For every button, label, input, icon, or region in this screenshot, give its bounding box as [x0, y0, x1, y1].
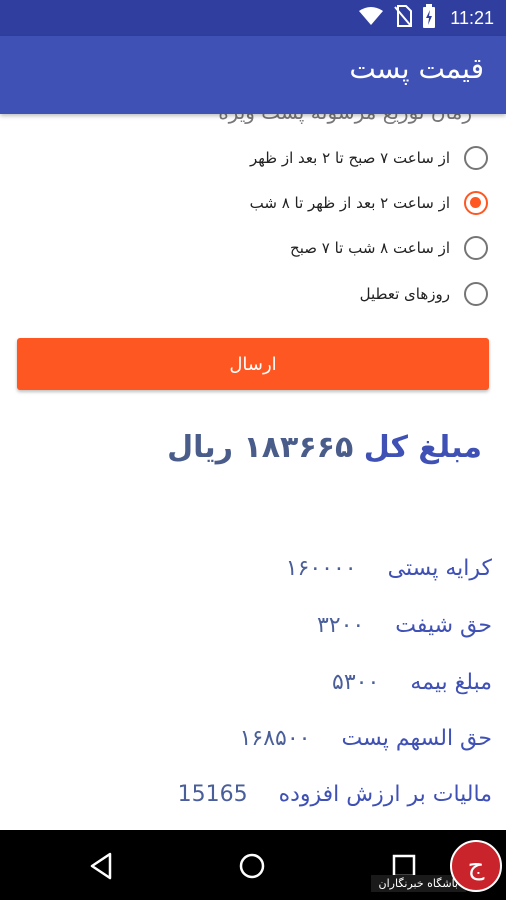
- cost-label: مالیات بر ارزش افزوده: [278, 782, 492, 807]
- battery-charging-icon: [422, 4, 436, 32]
- cost-label: کرایه پستی: [387, 556, 492, 581]
- status-time: 11:21: [450, 7, 494, 28]
- cost-label: حق السهم پست: [341, 726, 492, 751]
- watermark-text: باشگاه خبرنگاران: [370, 875, 466, 892]
- radio-button[interactable]: [464, 236, 488, 260]
- cost-row-insurance: مبلغ بیمه ۵۳۰۰: [332, 670, 492, 695]
- watermark-logo: ج: [450, 840, 502, 892]
- cost-row-postage: کرایه پستی ۱۶۰۰۰۰: [286, 556, 492, 581]
- cost-row-vat: مالیات بر ارزش افزوده 15165: [178, 782, 492, 807]
- radio-label: روزهای تعطیل: [359, 285, 450, 303]
- total-amount: مبلغ کل ۱۸۳۶۶۵ ریال: [167, 430, 482, 465]
- total-label: مبلغ کل: [363, 430, 482, 465]
- cost-row-shift: حق شیفت ۳۲۰۰: [317, 613, 492, 638]
- cost-value: ۱۶۸۵۰۰: [239, 726, 311, 751]
- radio-option-morning[interactable]: از ساعت ۷ صبح تا ۲ بعد از ظهر: [28, 140, 488, 176]
- radio-label: از ساعت ۲ بعد از ظهر تا ۸ شب: [249, 194, 450, 212]
- radio-button[interactable]: [464, 146, 488, 170]
- watermark: باشگاه خبرنگاران ج: [346, 836, 506, 900]
- radio-button-checked[interactable]: [464, 191, 488, 215]
- radio-option-holidays[interactable]: روزهای تعطیل: [28, 276, 488, 312]
- cost-label: مبلغ بیمه: [410, 670, 492, 695]
- radio-label: از ساعت ۷ صبح تا ۲ بعد از ظهر: [249, 149, 450, 167]
- cost-value: 15165: [177, 782, 248, 807]
- results-section: مبلغ کل ۱۸۳۶۶۵ ریال کرایه پستی ۱۶۰۰۰۰ حق…: [0, 410, 506, 830]
- cost-value: ۳۲۰۰: [316, 613, 365, 638]
- cost-value: ۵۳۰۰: [332, 670, 380, 695]
- radio-button[interactable]: [464, 282, 488, 306]
- cost-value: ۱۶۰۰۰۰: [285, 556, 357, 581]
- cost-label: حق شیفت: [395, 613, 492, 638]
- app-title: قیمت پست: [349, 52, 484, 85]
- status-icons: 11:21: [358, 4, 494, 32]
- radio-label: از ساعت ۸ شب تا ۷ صبح: [290, 239, 450, 257]
- wifi-icon: [358, 6, 384, 30]
- submit-button[interactable]: ارسال: [17, 338, 489, 390]
- no-sim-icon: [394, 5, 413, 31]
- home-icon[interactable]: [236, 850, 268, 882]
- total-unit: ریال: [167, 430, 233, 465]
- cost-row-post-share: حق السهم پست ۱۶۸۵۰۰: [240, 726, 492, 751]
- total-value: ۱۸۳۶۶۵: [243, 430, 354, 465]
- radio-option-afternoon[interactable]: از ساعت ۲ بعد از ظهر تا ۸ شب: [28, 185, 488, 221]
- app-bar: قیمت پست: [0, 36, 506, 114]
- radio-option-night[interactable]: از ساعت ۸ شب تا ۷ صبح: [28, 230, 488, 266]
- back-icon[interactable]: [86, 850, 118, 882]
- status-bar: 11:21: [0, 0, 506, 36]
